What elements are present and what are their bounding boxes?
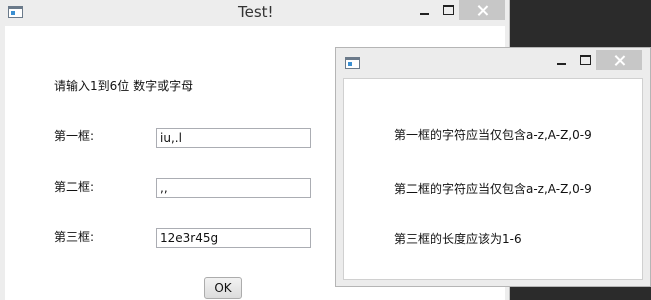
ok-button[interactable]: OK	[204, 277, 242, 299]
message-field1: 第一框的字符应当仅包含a-z,A-Z,0-9	[394, 128, 592, 142]
message-field3: 第三框的长度应该为1-6	[394, 232, 522, 246]
dialog-client-area: 第一框的字符应当仅包含a-z,A-Z,0-9 第二框的字符应当仅包含a-z,A-…	[343, 78, 643, 280]
maximize-button[interactable]	[437, 0, 459, 20]
validation-dialog: 第一框的字符应当仅包含a-z,A-Z,0-9 第二框的字符应当仅包含a-z,A-…	[335, 47, 651, 287]
field3-input[interactable]	[156, 228, 311, 248]
dialog-maximize-button[interactable]	[574, 50, 596, 70]
prompt-label: 请输入1到6位 数字或字母	[54, 79, 194, 93]
close-icon	[477, 5, 488, 16]
minimize-icon	[419, 12, 429, 15]
message-field2: 第二框的字符应当仅包含a-z,A-Z,0-9	[394, 182, 592, 196]
maximize-icon	[442, 5, 454, 15]
field2-input[interactable]	[156, 178, 311, 198]
minimize-icon	[556, 62, 566, 65]
window-title: Test!	[238, 3, 274, 21]
dialog-titlebar[interactable]	[336, 48, 650, 76]
dialog-app-icon[interactable]	[345, 57, 360, 69]
close-icon	[614, 55, 625, 66]
field3-label: 第三框:	[54, 230, 95, 244]
field1-input[interactable]	[156, 128, 311, 148]
close-button[interactable]	[459, 0, 505, 20]
maximize-icon	[579, 55, 591, 65]
dialog-minimize-button[interactable]	[548, 50, 574, 70]
main-titlebar[interactable]: Test!	[0, 0, 509, 26]
field2-label: 第二框:	[54, 180, 95, 194]
dialog-close-button[interactable]	[596, 50, 642, 70]
minimize-button[interactable]	[411, 0, 437, 20]
field1-label: 第一框:	[54, 129, 95, 143]
window-app-icon[interactable]	[8, 6, 23, 18]
